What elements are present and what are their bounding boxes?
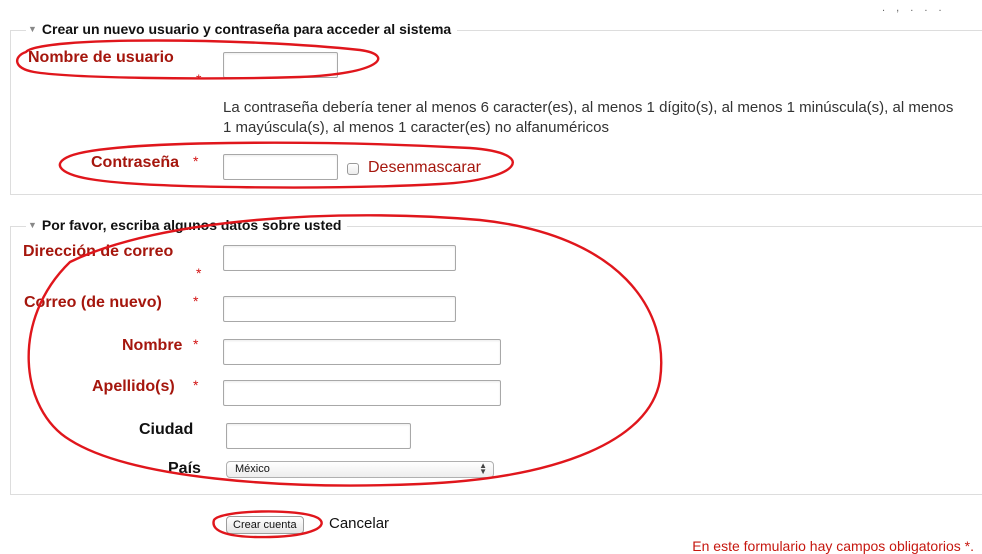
account-legend-text: Crear un nuevo usuario y contraseña para… xyxy=(41,21,452,37)
profile-legend-text: Por favor, escriba algunos datos sobre u… xyxy=(41,217,342,233)
required-asterisk: * xyxy=(193,153,199,169)
firstname-input[interactable] xyxy=(223,339,501,365)
required-asterisk: * xyxy=(196,265,202,281)
password-label: Contraseña xyxy=(91,154,180,171)
profile-legend[interactable]: ▼ Por favor, escriba algunos datos sobre … xyxy=(26,216,348,234)
create-account-button[interactable]: Crear cuenta xyxy=(226,516,304,534)
city-label: Ciudad xyxy=(139,421,194,438)
country-selected-value: México xyxy=(235,463,270,475)
email-label: Dirección de correo xyxy=(23,243,174,260)
lastname-label: Apellido(s) xyxy=(92,378,175,395)
required-asterisk: * xyxy=(193,377,199,393)
password-input[interactable] xyxy=(223,154,338,180)
country-label: País xyxy=(168,460,201,477)
unmask-label[interactable]: Desenmascarar xyxy=(368,157,481,179)
username-input[interactable] xyxy=(223,52,338,78)
password-policy-text: La contraseña debería tener al menos 6 c… xyxy=(223,99,954,136)
firstname-label: Nombre xyxy=(122,337,183,354)
required-fields-note: En este formulario hay campos obligatori… xyxy=(692,538,974,554)
collapse-triangle-icon[interactable]: ▼ xyxy=(28,20,37,38)
username-label: Nombre de usuario xyxy=(28,49,174,66)
required-asterisk: * xyxy=(196,71,202,87)
required-asterisk: * xyxy=(193,293,199,309)
cancel-link[interactable]: Cancelar xyxy=(329,515,389,533)
account-legend[interactable]: ▼ Crear un nuevo usuario y contraseña par… xyxy=(26,20,458,38)
required-asterisk: * xyxy=(193,336,199,352)
corner-text: . , . . . xyxy=(882,2,946,14)
lastname-input[interactable] xyxy=(223,380,501,406)
country-select[interactable]: México ▲ ▼ xyxy=(226,461,494,478)
email-input[interactable] xyxy=(223,245,456,271)
collapse-triangle-icon[interactable]: ▼ xyxy=(28,216,37,234)
unmask-checkbox[interactable] xyxy=(347,163,359,175)
email-again-label: Correo (de nuevo) xyxy=(24,294,162,311)
signup-form-page: . , . . . ▼ Crear un nuevo usuario y cont… xyxy=(0,0,982,554)
select-arrows-icon: ▲ ▼ xyxy=(479,461,487,476)
email-again-input[interactable] xyxy=(223,296,456,322)
city-input[interactable] xyxy=(226,423,411,449)
